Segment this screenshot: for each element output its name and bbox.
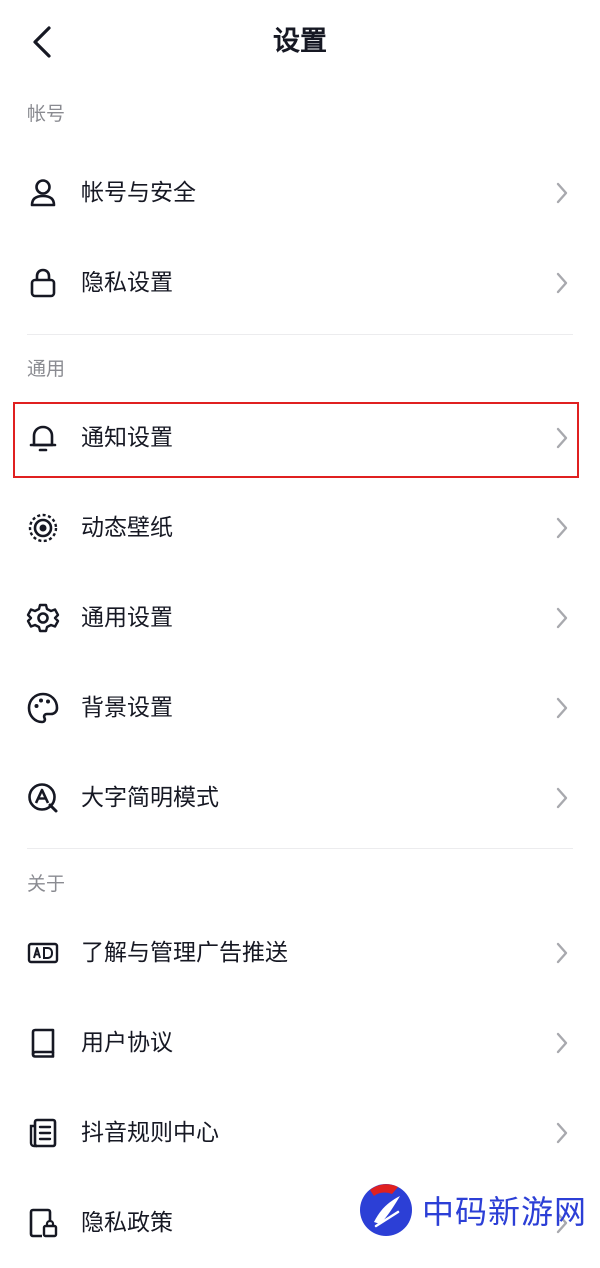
chevron-right-icon	[556, 1032, 568, 1054]
settings-item-label: 大字简明模式	[81, 785, 219, 811]
settings-item-privacy[interactable]: 隐私设置	[0, 238, 600, 328]
settings-item-notifications[interactable]: 通知设置	[0, 393, 600, 483]
chevron-right-icon	[556, 787, 568, 809]
section-header-account: 帐号	[0, 84, 600, 148]
wallpaper-icon	[26, 511, 60, 545]
section-label: 帐号	[27, 103, 66, 125]
settings-item-label: 隐私政策	[81, 1210, 173, 1236]
user-icon	[26, 176, 60, 210]
chevron-right-icon	[556, 182, 568, 204]
chevron-right-icon	[556, 1122, 568, 1144]
settings-item-label: 抖音规则中心	[81, 1120, 219, 1146]
settings-item-label: 背景设置	[81, 695, 173, 721]
section-label: 关于	[27, 873, 66, 895]
watermark-logo-icon	[360, 1184, 412, 1236]
chevron-right-icon	[556, 942, 568, 964]
chevron-right-icon	[556, 517, 568, 539]
settings-list: 帐号 帐号与安全 隐私设置 通用 通知设置 动态壁纸 通用设置 背景设置 大字简…	[0, 84, 600, 1268]
watermark: 中码新游网	[358, 1180, 600, 1240]
settings-item-general[interactable]: 通用设置	[0, 573, 600, 663]
settings-item-user-agreement[interactable]: 用户协议	[0, 998, 600, 1088]
chevron-right-icon	[556, 607, 568, 629]
font-size-icon	[26, 781, 60, 815]
palette-icon	[26, 691, 60, 725]
watermark-text: 中码新游网	[422, 1193, 588, 1231]
section-label: 通用	[27, 358, 66, 380]
book-icon	[26, 1026, 60, 1060]
settings-item-large-font-mode[interactable]: 大字简明模式	[0, 753, 600, 843]
bell-icon	[26, 421, 60, 455]
settings-item-label: 动态壁纸	[81, 515, 173, 541]
settings-item-label: 通知设置	[81, 425, 173, 451]
settings-item-label: 用户协议	[81, 1030, 173, 1056]
settings-item-label: 了解与管理广告推送	[81, 940, 288, 966]
settings-item-label: 通用设置	[81, 605, 173, 631]
settings-item-label: 隐私设置	[81, 270, 173, 296]
chevron-right-icon	[556, 427, 568, 449]
rules-icon	[26, 1116, 60, 1150]
lock-icon	[26, 266, 60, 300]
gear-icon	[26, 601, 60, 635]
chevron-right-icon	[556, 697, 568, 719]
settings-item-ad-management[interactable]: 了解与管理广告推送	[0, 908, 600, 998]
settings-item-rules-center[interactable]: 抖音规则中心	[0, 1088, 600, 1178]
section-header-about: 关于	[0, 849, 600, 908]
ad-icon	[26, 936, 60, 970]
settings-item-live-wallpaper[interactable]: 动态壁纸	[0, 483, 600, 573]
privacy-doc-icon	[26, 1206, 60, 1240]
settings-item-label: 帐号与安全	[81, 180, 196, 206]
settings-item-background[interactable]: 背景设置	[0, 663, 600, 753]
page-title: 设置	[273, 26, 327, 57]
header: 设置	[0, 0, 600, 84]
settings-item-account-security[interactable]: 帐号与安全	[0, 148, 600, 238]
section-header-general: 通用	[0, 335, 600, 393]
chevron-right-icon	[556, 272, 568, 294]
